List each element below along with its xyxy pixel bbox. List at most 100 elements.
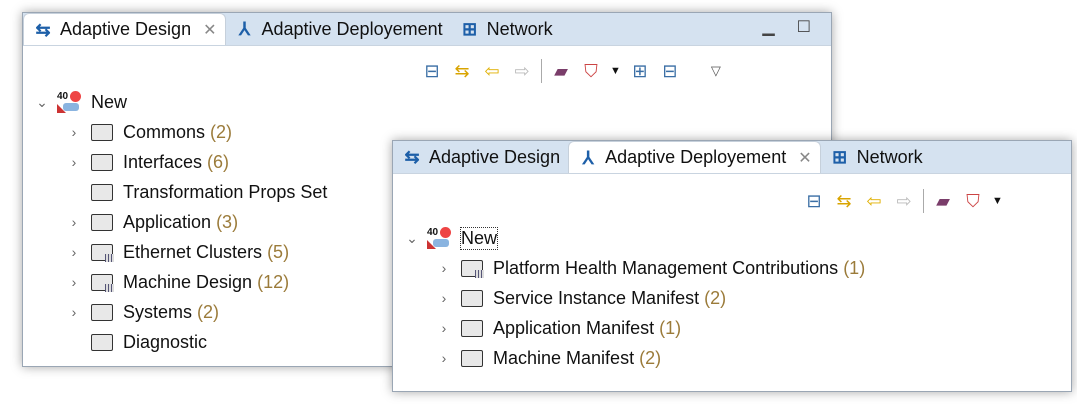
tab-bar: ⇆ Adaptive Design ✕ ⅄ Adaptive Deployement … xyxy=(23,13,831,46)
tree-item-label: Transformation Props Set xyxy=(123,181,328,202)
collapse-all-icon[interactable]: ⊟ xyxy=(421,60,443,82)
chevron-right-icon[interactable]: › xyxy=(65,214,83,230)
folder-icon xyxy=(461,259,484,278)
minimize-button[interactable]: ▁ xyxy=(762,17,774,37)
collapse-all-icon[interactable]: ⊟ xyxy=(803,190,825,212)
model-icon: 40 xyxy=(57,91,81,113)
tree-root[interactable]: ⌄ 40 New xyxy=(403,225,499,251)
tab-adaptive-deployement[interactable]: ⅄ Adaptive Deployement xyxy=(226,13,451,45)
tree-item-count: (2) xyxy=(704,287,727,308)
tree-item-label: Application xyxy=(123,211,212,232)
chevron-right-icon[interactable]: › xyxy=(435,350,453,366)
tree-item-count: (2) xyxy=(197,301,220,322)
forward-icon[interactable]: ⇨ xyxy=(893,190,915,212)
toolbar: ⊟ ⇆ ⇦ ⇨ ▰ ⛉ ▼ ⊞ ⊟ ▽ xyxy=(421,59,721,83)
open-folder-icon[interactable]: ▰ xyxy=(550,60,572,82)
tree-item-label: Ethernet Clusters xyxy=(123,241,263,262)
tree-item[interactable]: ›Transformation Props Set xyxy=(65,179,332,205)
chevron-down-icon[interactable]: ⌄ xyxy=(33,94,51,111)
tree-item[interactable]: › Platform Health Management Contribution… xyxy=(435,255,865,281)
chevron-right-icon[interactable]: › xyxy=(65,274,83,290)
model-icon: 40 xyxy=(427,227,451,249)
link-editor-icon[interactable]: ⇆ xyxy=(833,190,855,212)
chevron-right-icon[interactable]: › xyxy=(65,124,83,140)
chevron-right-icon[interactable]: › xyxy=(65,244,83,260)
chevron-right-icon[interactable]: › xyxy=(65,154,83,170)
tab-adaptive-deployement[interactable]: ⅄ Adaptive Deployement ✕ xyxy=(568,141,821,173)
deployment-icon: ⅄ xyxy=(239,19,250,39)
tree-item-count: (2) xyxy=(210,121,233,142)
adaptive-design-icon: ⇆ xyxy=(404,147,420,167)
tree-item-label: Application Manifest xyxy=(493,317,655,338)
expand-icon[interactable]: ⊞ xyxy=(629,60,651,82)
folder-icon xyxy=(91,213,113,231)
tree-item-label: Diagnostic xyxy=(123,331,208,352)
tree-item-label: Interfaces xyxy=(123,151,203,172)
separator xyxy=(923,189,924,213)
folder-icon xyxy=(91,303,113,321)
folder-icon xyxy=(91,123,113,141)
tree-item[interactable]: › Machine Manifest (2) xyxy=(435,345,661,371)
tree-item-label: Service Instance Manifest xyxy=(493,287,700,308)
back-icon[interactable]: ⇦ xyxy=(481,60,503,82)
open-folder-icon[interactable]: ▰ xyxy=(932,190,954,212)
chevron-right-icon[interactable]: › xyxy=(435,320,453,336)
tree-item-count: (1) xyxy=(843,257,866,278)
tree-item-label: Machine Manifest xyxy=(493,347,635,368)
folder-icon xyxy=(461,319,483,337)
close-tab-icon[interactable]: ✕ xyxy=(203,20,216,40)
tree-item-count: (2) xyxy=(639,347,662,368)
tree-item-count: (6) xyxy=(207,151,230,172)
tree-item[interactable]: ›Diagnostic xyxy=(65,329,212,355)
tree-root-label: New xyxy=(459,226,499,250)
close-tab-icon[interactable]: ✕ xyxy=(798,148,811,168)
tab-adaptive-design[interactable]: ⇆ Adaptive Design xyxy=(393,141,568,173)
tab-network[interactable]: ⊞ Network xyxy=(821,141,931,173)
tab-network[interactable]: ⊞ Network xyxy=(451,13,561,45)
deployment-icon: ⅄ xyxy=(582,147,594,168)
tree-item-count: (5) xyxy=(267,241,290,262)
tree-item[interactable]: › Interfaces (6) xyxy=(65,149,229,175)
chevron-right-icon[interactable]: › xyxy=(65,304,83,320)
tree-item[interactable]: › Application Manifest (1) xyxy=(435,315,681,341)
view-menu-icon[interactable]: ▽ xyxy=(711,63,721,79)
tree-item-count: (3) xyxy=(216,211,239,232)
tree-item-label: Machine Design xyxy=(123,271,253,292)
filter-icon[interactable]: ⛉ xyxy=(580,60,602,82)
tree-item[interactable]: › Ethernet Clusters (5) xyxy=(65,239,289,265)
back-icon[interactable]: ⇦ xyxy=(863,190,885,212)
collapse-icon[interactable]: ⊟ xyxy=(659,60,681,82)
chevron-right-icon[interactable]: › xyxy=(435,260,453,276)
tree-item[interactable]: › Commons (2) xyxy=(65,119,232,145)
tab-bar: ⇆ Adaptive Design ⅄ Adaptive Deployement ✕ … xyxy=(393,141,1071,174)
folder-icon xyxy=(91,243,114,262)
tree-item-label: Commons xyxy=(123,121,206,142)
tree-item-count: (12) xyxy=(257,271,290,292)
tab-adaptive-design[interactable]: ⇆ Adaptive Design ✕ xyxy=(23,13,226,45)
tree-item[interactable]: › Machine Design (12) xyxy=(65,269,289,295)
tree-item[interactable]: › Systems (2) xyxy=(65,299,219,325)
folder-icon xyxy=(91,333,113,351)
folder-icon xyxy=(91,273,114,292)
tree-item[interactable]: › Application (3) xyxy=(65,209,238,235)
link-editor-icon[interactable]: ⇆ xyxy=(451,60,473,82)
filter-icon[interactable]: ⛉ xyxy=(962,190,984,212)
tree-item-count: (1) xyxy=(659,317,682,338)
tree-item-label: Platform Health Management Contributions xyxy=(493,257,839,278)
dropdown-icon[interactable]: ▼ xyxy=(992,195,1003,207)
adaptive-design-icon: ⇆ xyxy=(35,19,51,40)
tree-root-label: New xyxy=(91,91,128,112)
adaptive-deployement-view: ⇆ Adaptive Design ⅄ Adaptive Deployement ✕ … xyxy=(392,140,1072,392)
network-icon: ⊞ xyxy=(832,147,848,167)
chevron-right-icon[interactable]: › xyxy=(435,290,453,306)
dropdown-icon[interactable]: ▼ xyxy=(610,65,621,77)
tree-root[interactable]: ⌄ 40 New xyxy=(33,89,127,115)
tree-item[interactable]: › Service Instance Manifest (2) xyxy=(435,285,726,311)
forward-icon[interactable]: ⇨ xyxy=(511,60,533,82)
chevron-down-icon[interactable]: ⌄ xyxy=(403,230,421,247)
folder-icon xyxy=(91,153,113,171)
separator xyxy=(541,59,542,83)
maximize-button[interactable]: ☐ xyxy=(797,17,811,37)
folder-icon xyxy=(461,349,483,367)
tree-item-label: Systems xyxy=(123,301,193,322)
